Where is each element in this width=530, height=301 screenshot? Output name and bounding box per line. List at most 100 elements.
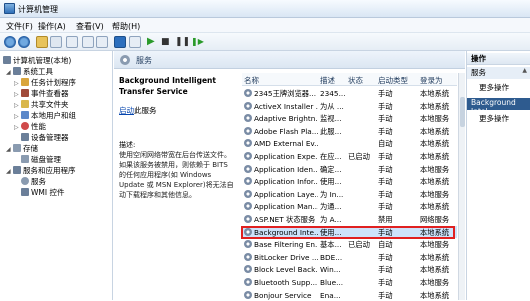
table-row[interactable]: BitLocker Drive ... BDE... 手动 本地系统: [242, 251, 457, 263]
restart-service-icon[interactable]: ❚▶: [191, 36, 204, 48]
table-row[interactable]: ASP.NET 状态服务为 A... 禁用 网络服务: [242, 213, 457, 225]
scrollbar-thumb[interactable]: [460, 97, 465, 127]
service-startup-type: 手动: [378, 101, 393, 111]
tools-icon: [13, 67, 21, 75]
table-row[interactable]: Bluetooth Supp... Blue... 手动 本地服务: [242, 276, 457, 288]
properties-icon[interactable]: [66, 36, 78, 48]
column-name[interactable]: 名称: [244, 75, 259, 86]
services-header: 服务: [114, 51, 465, 69]
tree-item-services-apps[interactable]: ◢ 服务和应用程序: [6, 165, 76, 176]
tree-item-performance[interactable]: ▷ 性能: [14, 121, 46, 132]
export-list-icon[interactable]: [96, 36, 108, 48]
more-actions-services[interactable]: 更多操作: [467, 82, 530, 93]
tree-item-wmi[interactable]: WMI 控件: [14, 187, 64, 198]
tree-item-event-viewer[interactable]: ▷ 事件查看器: [14, 88, 69, 99]
table-row[interactable]: Block Level Back... Win... 手动 本地系统: [242, 263, 457, 275]
refresh-icon[interactable]: [82, 36, 94, 48]
tree-item-system-tools[interactable]: ◢ 系统工具: [6, 66, 53, 77]
more-actions-bits[interactable]: 更多操作: [467, 113, 530, 124]
table-row[interactable]: Application Iden... 确定... 手动 本地服务: [242, 163, 457, 175]
table-row[interactable]: Application Laye... 为 In... 手动 本地服务: [242, 188, 457, 200]
service-description: 为通...: [320, 202, 342, 212]
up-folder-icon[interactable]: [36, 36, 48, 48]
table-row[interactable]: Bonjour Service Ena... 手动 本地系统: [242, 289, 457, 301]
selection-highlight-box: [241, 225, 455, 239]
tree-item-storage[interactable]: ◢ 存储: [6, 143, 38, 154]
service-description: 使用...: [320, 177, 342, 187]
column-logon-as[interactable]: 登录为: [420, 75, 443, 86]
service-icon: [244, 189, 252, 198]
service-description: Blue...: [320, 278, 344, 287]
services-pane: 服务 Background Intelligent Transfer Servi…: [114, 51, 465, 300]
service-logon-as: 本地服务: [420, 164, 450, 174]
tree-item-disk-management[interactable]: 磁盘管理: [14, 154, 61, 165]
service-startup-type: 手动: [378, 152, 393, 161]
tree-item-services[interactable]: 服务: [14, 176, 46, 187]
service-startup-type: 手动: [378, 278, 393, 287]
gear-icon: [120, 55, 130, 65]
show-hide-tree-icon[interactable]: [50, 36, 62, 48]
service-logon-as: 本地系统: [420, 89, 450, 98]
menu-help[interactable]: 帮助(H): [112, 21, 140, 32]
service-startup-type: 手动: [378, 114, 393, 124]
service-name: Bonjour Service: [254, 290, 312, 300]
collapse-icon[interactable]: ▲: [522, 67, 527, 74]
extended-description: Background Intelligent Transfer Service …: [114, 69, 242, 300]
column-description[interactable]: 描述: [320, 75, 335, 86]
actions-group-bits[interactable]: Background Intel: [467, 98, 530, 116]
tree-item-local-users[interactable]: ▷ 本地用户和组: [14, 110, 76, 121]
service-name: ActiveX Installer ...: [254, 101, 318, 111]
pause-service-icon[interactable]: ❚❚: [175, 36, 190, 48]
services-list: 名称 描述 状态 启动类型 登录为 2345王牌浏览器... 2345... 手动本…: [241, 73, 465, 301]
table-row[interactable]: Adobe Flash Pla... 此服... 手动 本地系统: [242, 125, 457, 137]
service-description: Ena...: [320, 290, 341, 300]
service-icon: [244, 101, 252, 110]
service-startup-type: 手动: [378, 164, 393, 174]
service-description: 此服...: [320, 126, 342, 136]
tree-item-task-scheduler[interactable]: ▷ 任务计划程序: [14, 77, 76, 88]
device-manager-icon: [21, 133, 29, 141]
actions-group-services[interactable]: 服务 ▲: [467, 67, 530, 79]
performance-icon: [21, 122, 29, 130]
help-icon[interactable]: [114, 36, 126, 48]
table-row[interactable]: ActiveX Installer ... 为从 ... 手动 本地系统: [242, 100, 457, 112]
tree-item-device-manager[interactable]: 设备管理器: [14, 132, 69, 143]
service-name: Application Expe...: [254, 152, 318, 161]
start-service-link[interactable]: 启动: [119, 106, 134, 115]
description-body: 使用空闲网络带宽在后台传送文件。如果该服务被禁用，则依赖于 BITS 的任何应用…: [119, 151, 234, 199]
folder-icon: [21, 100, 29, 108]
service-startup-type: 手动: [378, 177, 393, 187]
service-name: AMD External Ev...: [254, 139, 318, 149]
column-status[interactable]: 状态: [348, 75, 363, 86]
menu-view[interactable]: 查看(V): [76, 21, 104, 32]
users-icon: [21, 111, 29, 119]
toolbar: ▶ ■ ❚❚ ❚▶: [0, 33, 530, 51]
services-apps-icon: [13, 166, 21, 174]
service-logon-as: 网络服务: [420, 215, 450, 224]
back-icon[interactable]: [4, 36, 16, 48]
table-row-selected[interactable]: Background Inte... 使用... 手动 本地系统: [241, 225, 457, 239]
table-row[interactable]: Application Expe... 在应... 已启动 手动 本地系统: [242, 150, 457, 162]
start-service-icon[interactable]: ▶: [147, 36, 159, 48]
table-row[interactable]: 2345王牌浏览器... 2345... 手动 本地系统: [242, 87, 457, 99]
table-row[interactable]: Application Man... 为通... 手动 本地系统: [242, 200, 457, 212]
table-row[interactable]: Base Filtering En... 基本... 已启动 自动 本地服务: [242, 238, 457, 250]
table-row[interactable]: Application Infor... 使用... 手动 本地系统: [242, 175, 457, 187]
stop-service-icon[interactable]: ■: [161, 36, 173, 48]
menu-action[interactable]: 操作(A): [38, 21, 66, 32]
service-description: 基本...: [320, 240, 342, 250]
forward-icon[interactable]: [18, 36, 30, 48]
service-description: 2345...: [320, 89, 346, 98]
column-startup-type[interactable]: 启动类型: [378, 75, 408, 86]
tree-root[interactable]: 计算机管理(本地): [3, 55, 71, 66]
event-viewer-icon: [21, 89, 29, 97]
service-icon: [244, 278, 252, 286]
service-logon-as: 本地系统: [420, 139, 450, 149]
menu-file[interactable]: 文件(F): [6, 21, 33, 32]
table-row[interactable]: Adaptive Brightn... 监视... 手动 本地服务: [242, 112, 457, 124]
list-scrollbar[interactable]: [458, 73, 465, 300]
service-name: 2345王牌浏览器...: [254, 89, 317, 98]
view-icon[interactable]: [129, 36, 141, 48]
tree-item-shared-folders[interactable]: ▷ 共享文件夹: [14, 99, 69, 110]
table-row[interactable]: AMD External Ev... 自动 本地系统: [242, 137, 457, 149]
